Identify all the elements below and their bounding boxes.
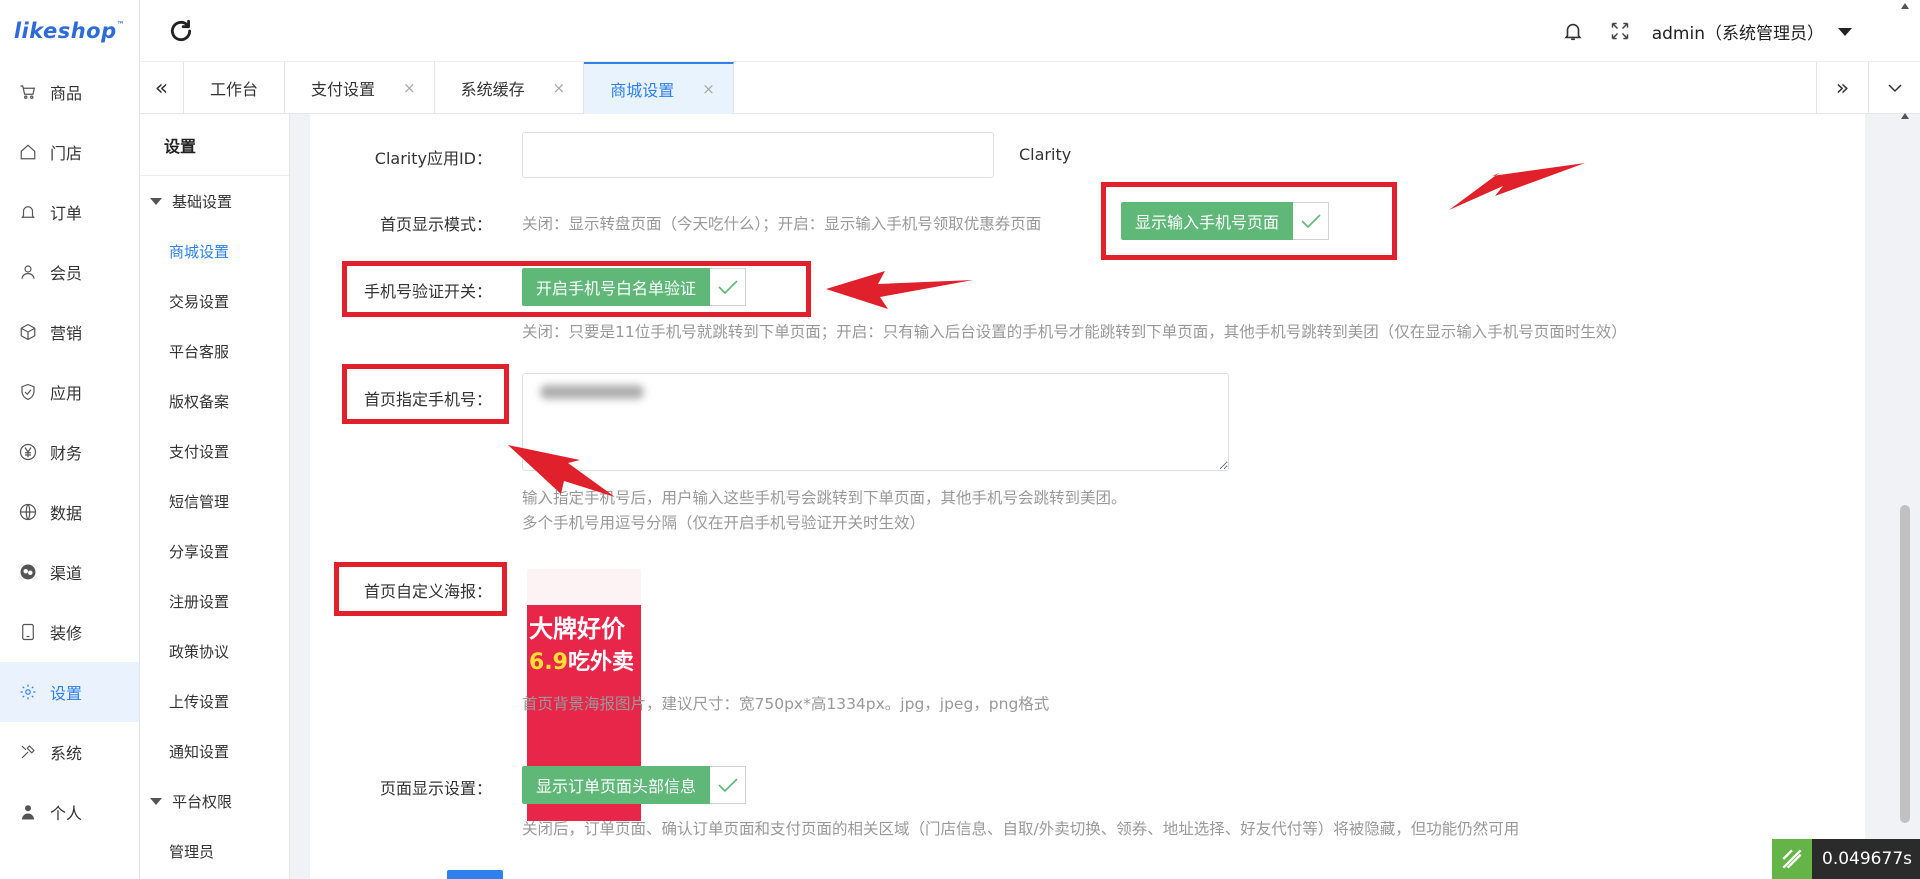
scroll-up-icon[interactable] — [1900, 112, 1910, 120]
timer-badge: 0.049677s — [1772, 839, 1920, 879]
arrow-icon — [1449, 163, 1585, 210]
arrow-icon — [826, 271, 973, 309]
annotation-arrows — [508, 163, 1585, 497]
scrollbar-thumb[interactable] — [1900, 505, 1910, 823]
arrow-icon — [508, 445, 615, 497]
timer-icon — [1772, 839, 1813, 879]
scroll-up-icon[interactable] — [1900, 2, 1910, 10]
timer-text: 0.049677s — [1822, 849, 1912, 869]
